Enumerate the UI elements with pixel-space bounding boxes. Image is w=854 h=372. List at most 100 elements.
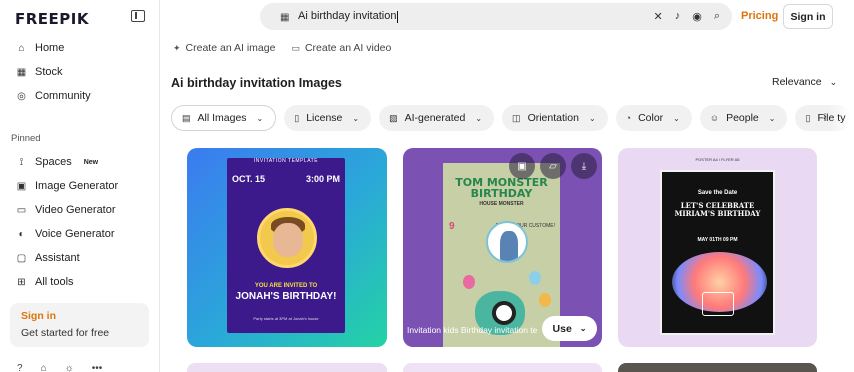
- sidebar-item-label: Image Generator: [35, 180, 119, 192]
- filter-license[interactable]: ▯ License ⌄: [284, 105, 372, 131]
- sidebar-item-label: Voice Generator: [35, 228, 115, 240]
- filter-label: All Images: [197, 112, 247, 124]
- chevron-right-icon[interactable]: ›: [823, 111, 827, 123]
- more-icon[interactable]: •••: [92, 363, 103, 372]
- images-icon: ▤: [182, 112, 191, 123]
- create-ai-image-link[interactable]: ✦ Create an AI image: [173, 42, 275, 54]
- poster-details: Party starts at 3PM at Jonah's house: [253, 316, 319, 321]
- chevron-down-icon: ⌄: [768, 113, 776, 123]
- cake-graphic: [702, 292, 734, 316]
- signin-card-title[interactable]: Sign in: [21, 310, 138, 322]
- poster-date: MAY 01TH 09 PM: [697, 237, 738, 243]
- create-ai-image-label: Create an AI image: [185, 42, 276, 54]
- sort-dropdown[interactable]: Relevance ⌄: [772, 76, 837, 88]
- filter-people[interactable]: ☺ People ⌄: [699, 105, 788, 131]
- sidebar-item-video-generator[interactable]: ▭ Video Generator: [16, 202, 116, 218]
- theme-icon[interactable]: ☼: [65, 363, 74, 372]
- page-title: Ai birthday invitation Images: [171, 76, 342, 90]
- poster-invited-text: YOU ARE INVITED TO: [254, 283, 318, 289]
- sort-label: Relevance: [772, 76, 822, 88]
- filter-label: Color: [638, 112, 664, 124]
- use-label: Use: [552, 322, 572, 335]
- save-to-collection-icon[interactable]: ▱: [540, 153, 566, 179]
- sidebar-item-stock[interactable]: ▦ Stock: [16, 64, 63, 80]
- filter-all-images[interactable]: ▤ All Images ⌄: [171, 105, 277, 131]
- sidebar-item-home[interactable]: ⌂ Home: [16, 40, 64, 56]
- learn-icon[interactable]: ⌂: [41, 363, 47, 372]
- search-bar[interactable]: ▦ Ai birthday invitation ✕ ♪ ◉ ⌕: [260, 3, 732, 30]
- sidebar-item-community[interactable]: ◎ Community: [16, 88, 91, 104]
- edit-image-icon[interactable]: ▣: [509, 153, 535, 179]
- camera-icon[interactable]: ◉: [692, 10, 702, 23]
- result-card-hovered[interactable]: TOM MONSTER BIRTHDAY HOUSE MONSTER 9 BRI…: [403, 148, 602, 347]
- sidebar-item-label: Stock: [35, 66, 63, 78]
- help-icon[interactable]: ?: [17, 363, 23, 372]
- search-type-icon[interactable]: ▦: [280, 12, 290, 23]
- child-photo: [257, 208, 317, 268]
- image-icon: ▣: [16, 180, 27, 192]
- photo-child: [500, 231, 518, 261]
- search-query-text: Ai birthday invitation: [298, 10, 397, 23]
- sidebar-item-image-generator[interactable]: ▣ Image Generator: [16, 178, 118, 194]
- result-card[interactable]: POSTER A4 / FLYER A5 Save the Date LET'S…: [618, 148, 817, 347]
- chevron-down-icon: ⌄: [588, 113, 596, 123]
- voice-icon: ◐: [18, 228, 25, 240]
- poster-save-date: Save the Date: [697, 190, 738, 196]
- use-button[interactable]: Use ⌄: [542, 316, 597, 341]
- clear-icon[interactable]: ✕: [654, 10, 663, 23]
- photo-face: [273, 223, 303, 257]
- ai-icon: ▧: [389, 112, 398, 123]
- poster-title: LET'S CELEBRATE MIRIAM'S BIRTHDAY: [674, 201, 761, 218]
- file-icon: ▯: [805, 112, 811, 123]
- globe-icon: ◎: [17, 90, 26, 102]
- card-caption: Invitation kids Birthday invitation te: [407, 325, 538, 335]
- poster-date: OCT. 15: [232, 174, 266, 184]
- chevron-down-icon: ⌄: [352, 113, 360, 123]
- child-photo: [486, 221, 528, 263]
- filter-label: Orientation: [527, 112, 579, 124]
- all-tools-icon: ⊞: [17, 276, 26, 288]
- result-card[interactable]: [187, 363, 387, 372]
- result-card[interactable]: [618, 363, 817, 372]
- sidebar-collapse-icon[interactable]: [131, 10, 145, 22]
- result-card[interactable]: INVITATION TEMPLATE OCT. 15 3:00 PM YOU …: [187, 148, 387, 347]
- text-caret: [397, 10, 399, 23]
- orientation-icon: ◫: [512, 112, 521, 123]
- chevron-down-icon: ⌄: [256, 113, 264, 123]
- new-badge: New: [83, 158, 99, 166]
- video-icon: ▭: [16, 204, 27, 216]
- signin-button[interactable]: Sign in: [783, 4, 833, 29]
- sidebar-footer: ? ⌂ ☼ •••: [17, 363, 102, 372]
- sidebar-item-all-tools[interactable]: ⊞ All tools: [16, 274, 73, 290]
- sidebar-item-spaces[interactable]: ⟟ Spaces New: [16, 154, 98, 170]
- sidebar-item-label: Spaces: [35, 156, 72, 168]
- filter-label: People: [726, 112, 759, 124]
- sidebar-item-label: Community: [35, 90, 91, 102]
- assistant-icon: ▢: [16, 252, 27, 264]
- chevron-down-icon: ⌄: [829, 77, 838, 87]
- create-ai-video-link[interactable]: ▭ Create an AI video: [291, 42, 391, 54]
- license-icon: ▯: [294, 112, 300, 123]
- result-card[interactable]: [403, 363, 602, 372]
- search-actions: ✕ ♪ ◉ ⌕: [654, 10, 721, 23]
- microphone-icon[interactable]: ♪: [675, 10, 681, 23]
- sidebar-item-voice-generator[interactable]: ◐ Voice Generator: [16, 226, 115, 242]
- people-icon: ☺: [709, 113, 720, 123]
- invitation-poster-image: INVITATION TEMPLATE OCT. 15 3:00 PM YOU …: [227, 158, 345, 333]
- freepik-logo[interactable]: FREEPIK: [15, 10, 89, 28]
- filter-color[interactable]: ◔ Color ⌄: [615, 105, 692, 131]
- filter-orientation[interactable]: ◫ Orientation ⌄: [502, 105, 608, 131]
- pricing-link[interactable]: Pricing: [741, 10, 778, 22]
- chevron-down-icon: ⌄: [475, 113, 483, 123]
- spaces-icon: ⟟: [19, 156, 24, 168]
- filter-bar: ▤ All Images ⌄ ▯ License ⌄ ▧ AI-generated ⌄ ◫ O…: [171, 105, 852, 131]
- balloon-graphic: [529, 271, 541, 285]
- search-icon[interactable]: ⌕: [714, 10, 720, 23]
- signin-card[interactable]: Sign in Get started for free: [10, 303, 149, 347]
- search-input[interactable]: Ai birthday invitation: [298, 10, 654, 23]
- download-icon[interactable]: ⤓: [571, 153, 597, 179]
- poster-time: 3:00 PM: [305, 174, 340, 184]
- sidebar-item-assistant[interactable]: ▢ Assistant: [16, 250, 80, 266]
- filter-ai-generated[interactable]: ▧ AI-generated ⌄: [379, 105, 495, 131]
- create-ai-video-label: Create an AI video: [304, 42, 392, 54]
